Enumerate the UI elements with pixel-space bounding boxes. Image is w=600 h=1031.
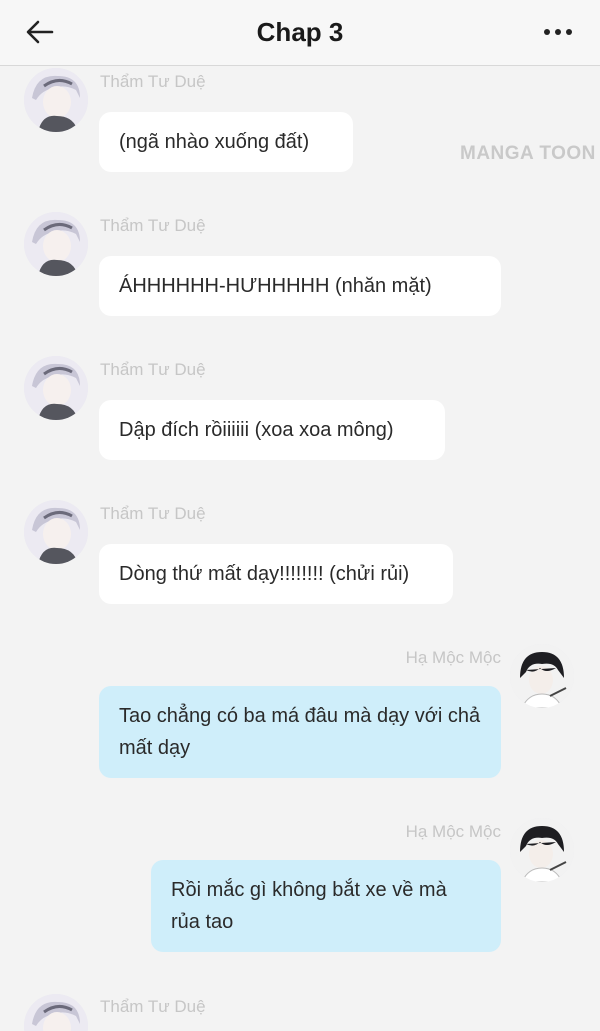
- sender-name: Hạ Mộc Mộc: [405, 648, 501, 667]
- message-bubble[interactable]: ÁHHHHHH-HƯHHHHH (nhăn mặt): [99, 256, 501, 316]
- avatar[interactable]: [510, 818, 574, 882]
- message-bubble[interactable]: Rồi mắc gì không bắt xe về mà rủa tao: [151, 860, 501, 952]
- sender-name: Thẩm Tư Duệ: [100, 997, 206, 1016]
- message-bubble[interactable]: Dập đích rồiiiiii (xoa xoa mông): [99, 400, 445, 460]
- sender-name: Thẩm Tư Duệ: [100, 504, 206, 523]
- avatar-image: [510, 644, 574, 708]
- avatar[interactable]: [24, 994, 88, 1031]
- avatar-image: [24, 356, 88, 420]
- more-options-button[interactable]: [538, 14, 578, 50]
- sender-name: Thẩm Tư Duệ: [100, 360, 206, 379]
- sender-name: Thẩm Tư Duệ: [100, 72, 206, 91]
- top-bar: Chap 3: [0, 0, 600, 66]
- avatar[interactable]: [24, 68, 88, 132]
- sender-name: Thẩm Tư Duệ: [100, 216, 206, 235]
- message-bubble[interactable]: (ngã nhào xuống đất): [99, 112, 353, 172]
- message-bubble[interactable]: Dòng thứ mất dạy!!!!!!!! (chửi rủi): [99, 544, 453, 604]
- sender-name: Hạ Mộc Mộc: [405, 822, 501, 841]
- page-title: Chap 3: [256, 17, 344, 47]
- avatar[interactable]: [510, 644, 574, 708]
- avatar-image: [24, 68, 88, 132]
- avatar-image: [24, 500, 88, 564]
- avatar-image: [510, 818, 574, 882]
- avatar-image: [24, 994, 88, 1031]
- more-dots-icon: [544, 29, 572, 35]
- watermark-logo: MANGA TOON: [460, 143, 596, 164]
- avatar[interactable]: [24, 500, 88, 564]
- avatar[interactable]: [24, 356, 88, 420]
- avatar[interactable]: [24, 212, 88, 276]
- avatar-image: [24, 212, 88, 276]
- message-bubble[interactable]: Tao chẳng có ba má đâu mà dạy với chả mấ…: [99, 686, 501, 778]
